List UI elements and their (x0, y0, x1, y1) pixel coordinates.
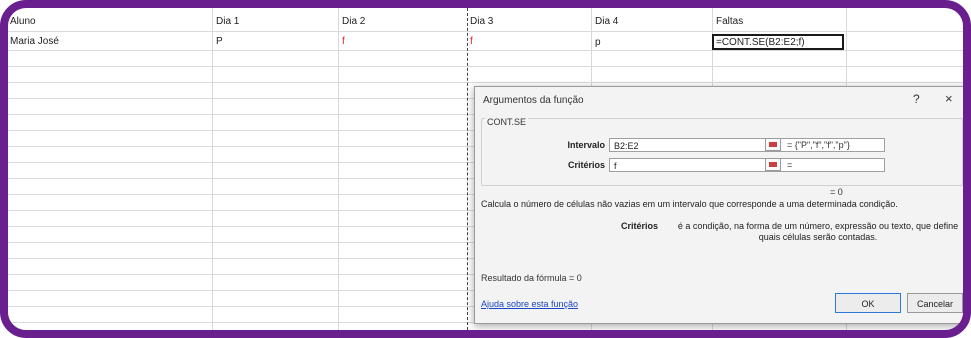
grid-row-line (8, 50, 963, 51)
header-cell-faltas[interactable]: Faltas (716, 16, 743, 28)
cell-dia2-value[interactable]: f (342, 36, 345, 48)
page-break-line (467, 8, 468, 330)
header-cell-dia1[interactable]: Dia 1 (216, 16, 239, 28)
help-link[interactable]: Ajuda sobre esta função (481, 299, 578, 309)
grid-column-line (212, 8, 213, 330)
cancel-button[interactable]: Cancelar (907, 293, 963, 313)
ok-button[interactable]: OK (835, 293, 901, 313)
header-cell-dia4[interactable]: Dia 4 (595, 16, 618, 28)
grid-row-line (8, 66, 963, 67)
arg-label-criterios: Critérios (567, 160, 605, 170)
argument-description-name: Critérios (621, 221, 659, 231)
intervalo-result: = {"P","f","f","p"} (787, 140, 850, 150)
close-icon[interactable]: × (945, 91, 953, 106)
criterios-input[interactable]: f (609, 158, 885, 172)
formula-result: Resultado da fórmula = 0 (481, 273, 582, 283)
dialog-title: Argumentos da função (483, 95, 584, 106)
cell-dia1-value[interactable]: P (216, 36, 223, 48)
range-select-icon[interactable] (765, 138, 781, 151)
grid-column-line (338, 8, 339, 330)
grid-row-line (8, 82, 963, 83)
active-cell-faltas[interactable]: =CONT.SE(B2:E2;f) (712, 34, 844, 50)
cell-formula: =CONT.SE(B2:E2;f) (716, 37, 805, 48)
header-cell-dia2[interactable]: Dia 2 (342, 16, 365, 28)
function-arguments-dialog: Argumentos da função ? × CONT.SE Interva… (474, 86, 963, 324)
function-description: Calcula o número de células não vazias e… (481, 199, 898, 209)
grid-row-line (8, 31, 963, 32)
header-cell-aluno[interactable]: Aluno (10, 16, 36, 28)
cell-student-name[interactable]: Maria José (10, 36, 59, 48)
function-arguments-group (481, 118, 963, 186)
help-icon[interactable]: ? (913, 92, 920, 106)
cell-dia3-value[interactable]: f (470, 36, 473, 48)
function-result: = 0 (830, 187, 843, 197)
range-select-icon[interactable] (765, 158, 781, 171)
argument-description: é a condição, na forma de um número, exp… (677, 221, 959, 242)
criterios-result: = (787, 160, 793, 170)
header-cell-dia3[interactable]: Dia 3 (470, 16, 493, 28)
screenshot-frame: Aluno Dia 1 Dia 2 Dia 3 Dia 4 Faltas Mar… (0, 0, 971, 338)
arg-label-intervalo: Intervalo (567, 140, 605, 150)
function-name: CONT.SE (485, 117, 529, 127)
cell-dia4-value[interactable]: p (595, 37, 601, 49)
